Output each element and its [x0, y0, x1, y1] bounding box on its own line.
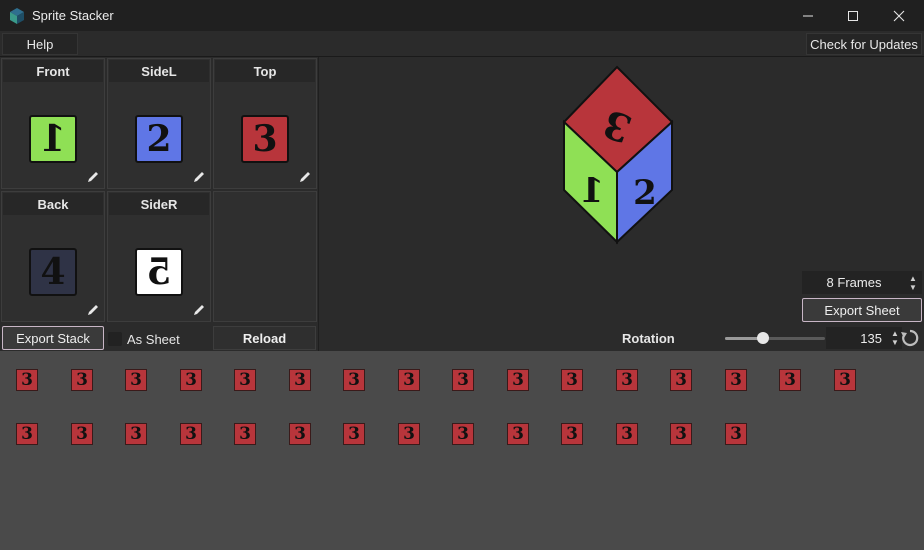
- frame-thumbnail: 3: [343, 423, 365, 445]
- chevron-up-icon[interactable]: ▲: [909, 274, 917, 283]
- face-glyph: 5: [146, 251, 172, 293]
- face-panel-front[interactable]: Front 1: [1, 58, 105, 189]
- face-panel-sider[interactable]: SideR 5: [107, 191, 211, 322]
- maximize-icon: [848, 10, 858, 21]
- rotation-control: Rotation 135 ▲ ▼: [620, 326, 924, 350]
- export-sheet-button[interactable]: Export Sheet: [802, 298, 922, 322]
- frame-thumbnail: 3: [71, 423, 93, 445]
- pencil-icon[interactable]: [192, 303, 206, 317]
- face-glyph: 1: [40, 118, 66, 160]
- reload-button[interactable]: Reload: [213, 326, 316, 350]
- frame-thumbnail: 3: [616, 423, 638, 445]
- face-panels: Front 1 SideL 2 Top 3 Back 4 SideR 5: [0, 57, 318, 351]
- menu-bar: Help Check for Updates: [0, 31, 924, 57]
- frame-thumbnail: 3: [725, 423, 747, 445]
- frame-thumbnail: 3: [343, 369, 365, 391]
- frame-count-spinbox[interactable]: 8 Frames ▲ ▼: [802, 271, 922, 294]
- title-bar: Sprite Stacker: [0, 0, 924, 31]
- rotation-value[interactable]: 135: [826, 331, 888, 346]
- face-panel-sidel[interactable]: SideL 2: [107, 58, 211, 189]
- app-icon: [10, 8, 24, 24]
- cube-render: 3 1 2: [562, 65, 674, 245]
- frame-thumbnail: 3: [398, 369, 420, 391]
- spin-arrows[interactable]: ▲ ▼: [906, 274, 920, 292]
- face-texture[interactable]: 3: [241, 115, 289, 163]
- pencil-icon[interactable]: [192, 170, 206, 184]
- minimize-icon: [803, 15, 813, 16]
- as-sheet-checkbox[interactable]: As Sheet: [108, 328, 210, 350]
- checkbox-box[interactable]: [108, 332, 122, 346]
- frame-thumbnail: 3: [834, 369, 856, 391]
- chevron-up-icon[interactable]: ▲: [891, 329, 899, 338]
- pencil-icon[interactable]: [86, 170, 100, 184]
- frames-strip: 3 3 3 3 3 3 3 3 3 3 3 3 3 3 3 3 3 3 3 3 3 3 3 3 3 3 3 3 3 3: [0, 351, 924, 550]
- frame-thumbnail: 3: [670, 423, 692, 445]
- chevron-down-icon[interactable]: ▼: [909, 283, 917, 292]
- minimize-button[interactable]: [785, 0, 831, 31]
- face-label: Back: [3, 193, 103, 215]
- face-texture[interactable]: 1: [29, 115, 77, 163]
- frame-thumbnail: 3: [452, 423, 474, 445]
- rotation-label: Rotation: [622, 331, 675, 346]
- frame-thumbnail: 3: [561, 369, 583, 391]
- frame-thumbnail: 3: [507, 423, 529, 445]
- frame-thumbnail: 3: [452, 369, 474, 391]
- face-glyph: 2: [146, 118, 172, 160]
- frame-thumbnail: 3: [16, 423, 38, 445]
- frame-thumbnail: 3: [289, 369, 311, 391]
- face-panel-top[interactable]: Top 3: [213, 58, 317, 189]
- face-glyph: 3: [252, 118, 278, 160]
- face-label: Front: [3, 60, 103, 82]
- frame-thumbnail: 3: [234, 423, 256, 445]
- face-texture[interactable]: 2: [135, 115, 183, 163]
- frame-count-value[interactable]: 8 Frames: [802, 275, 906, 290]
- reset-rotation-icon[interactable]: [900, 328, 920, 348]
- frame-thumbnail: 3: [234, 369, 256, 391]
- close-icon: [893, 10, 905, 21]
- frame-thumbnail: 3: [507, 369, 529, 391]
- frame-thumbnail: 3: [180, 423, 202, 445]
- slider-thumb[interactable]: [756, 332, 769, 344]
- svg-text:2: 2: [633, 173, 657, 213]
- pencil-icon[interactable]: [86, 303, 100, 317]
- frame-thumbnail: 3: [16, 369, 38, 391]
- check-for-updates-button[interactable]: Check for Updates: [806, 33, 922, 55]
- frame-thumbnail: 3: [670, 369, 692, 391]
- face-texture[interactable]: 4: [29, 248, 77, 296]
- as-sheet-label: As Sheet: [127, 331, 180, 347]
- maximize-button[interactable]: [830, 0, 876, 31]
- frame-thumbnail: 3: [725, 369, 747, 391]
- help-menu-button[interactable]: Help: [2, 33, 78, 55]
- frame-thumbnail: 3: [289, 423, 311, 445]
- frame-thumbnail: 3: [779, 369, 801, 391]
- pencil-icon[interactable]: [298, 170, 312, 184]
- frame-thumbnail: 3: [398, 423, 420, 445]
- face-texture[interactable]: 5: [135, 248, 183, 296]
- face-label: Top: [215, 60, 315, 82]
- face-panel-back[interactable]: Back 4: [1, 191, 105, 322]
- export-stack-button[interactable]: Export Stack: [2, 326, 104, 350]
- rotation-slider[interactable]: [725, 337, 825, 340]
- close-button[interactable]: [876, 0, 922, 31]
- frame-thumbnail: 3: [616, 369, 638, 391]
- svg-text:1: 1: [580, 171, 604, 211]
- face-label: SideL: [109, 60, 209, 82]
- face-label: SideR: [109, 193, 209, 215]
- chevron-down-icon[interactable]: ▼: [891, 338, 899, 347]
- frame-thumbnail: 3: [125, 423, 147, 445]
- frame-thumbnail: 3: [125, 369, 147, 391]
- frame-thumbnail: 3: [180, 369, 202, 391]
- frame-thumbnail: 3: [561, 423, 583, 445]
- frame-thumbnail: 3: [71, 369, 93, 391]
- window-title: Sprite Stacker: [32, 8, 114, 23]
- face-glyph: 4: [40, 251, 66, 293]
- empty-panel: [213, 191, 317, 322]
- rotation-spinbox[interactable]: 135 ▲ ▼: [826, 327, 902, 349]
